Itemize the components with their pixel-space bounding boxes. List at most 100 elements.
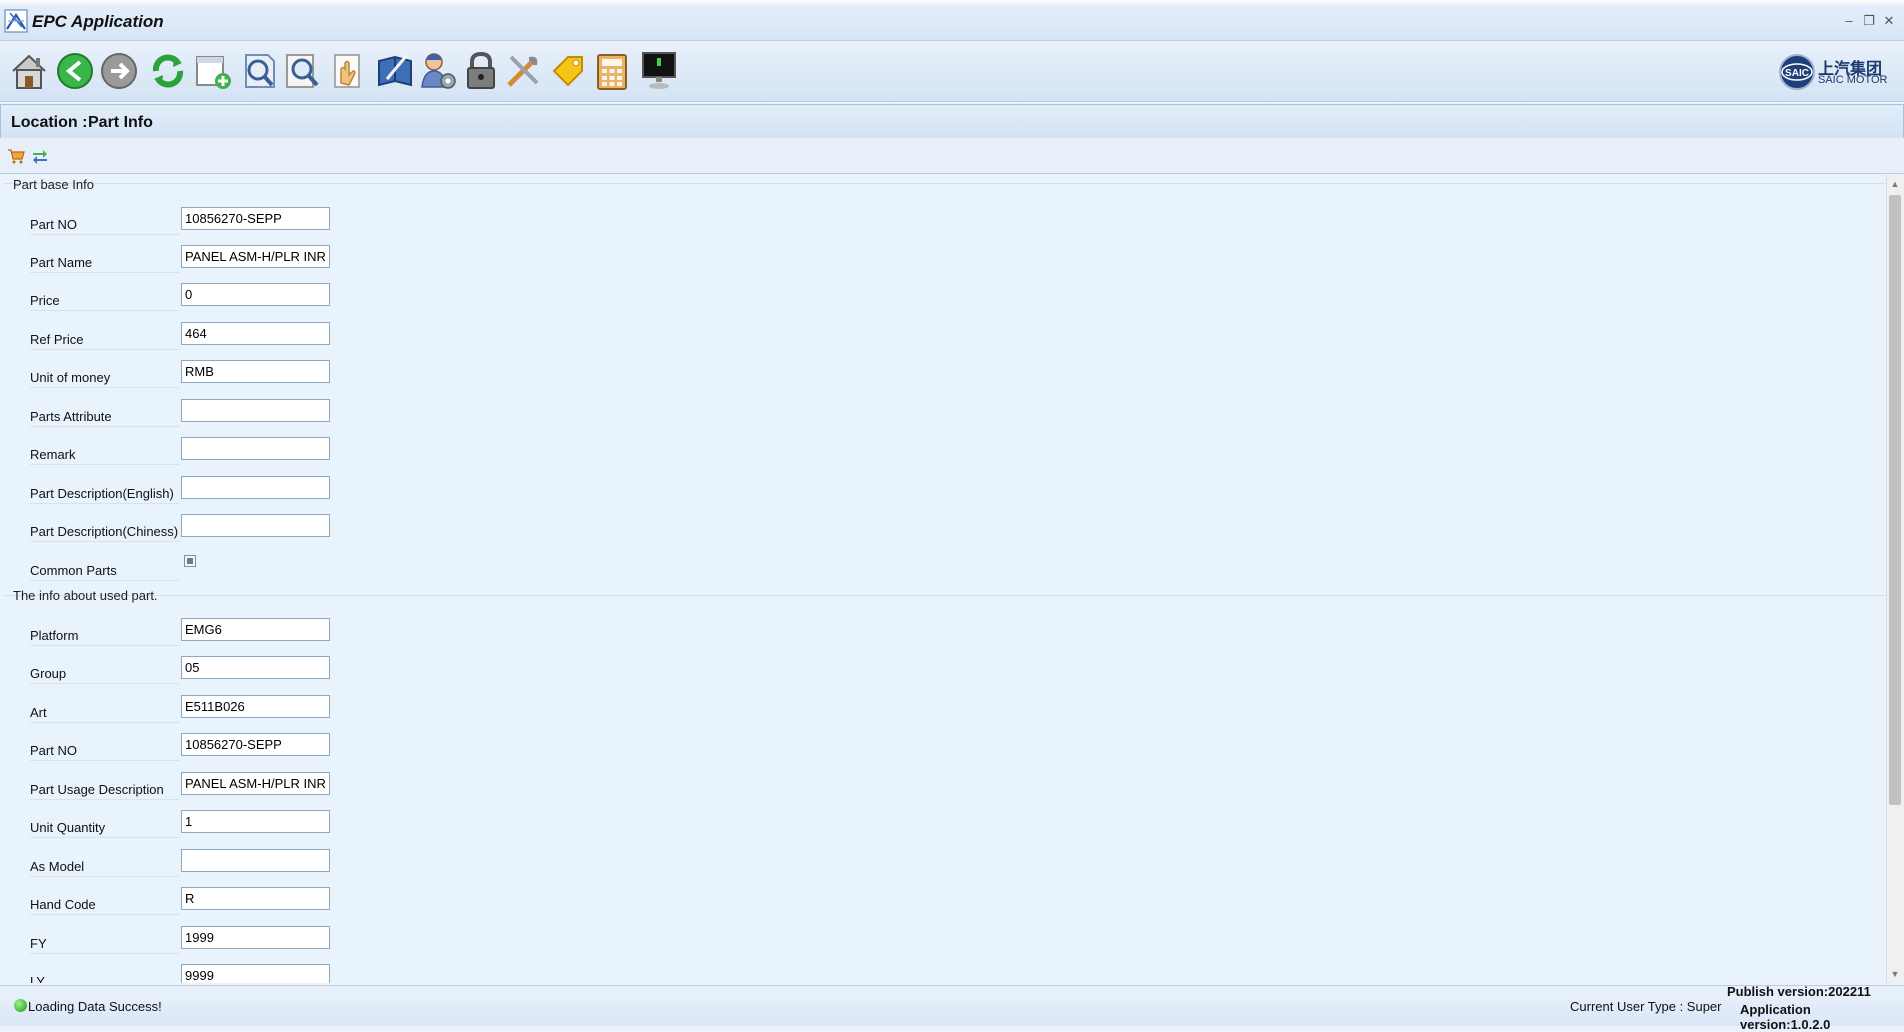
part-no-field[interactable] bbox=[181, 207, 330, 230]
section-divider bbox=[4, 183, 1886, 184]
swap-icon[interactable] bbox=[31, 147, 49, 165]
hand-code-field[interactable] bbox=[181, 887, 330, 910]
field-label: As Model bbox=[30, 859, 180, 877]
form-row: Group bbox=[4, 656, 344, 686]
field-label: Ref Price bbox=[30, 332, 180, 350]
form-row: Price bbox=[4, 283, 344, 313]
form-row: FY bbox=[4, 926, 344, 956]
as-model-field[interactable] bbox=[181, 849, 330, 872]
back-icon[interactable] bbox=[53, 49, 97, 93]
form-row: Part Description(Chiness) bbox=[4, 514, 344, 544]
sub-toolbar bbox=[0, 138, 1904, 174]
fy-field[interactable] bbox=[181, 926, 330, 949]
price-field[interactable] bbox=[181, 283, 330, 306]
part-name-field[interactable] bbox=[181, 245, 330, 268]
field-label: Price bbox=[30, 293, 180, 311]
form-row: Common Parts bbox=[4, 553, 344, 583]
user-settings-icon[interactable] bbox=[416, 49, 460, 93]
lock-icon[interactable] bbox=[459, 49, 503, 93]
field-label: FY bbox=[30, 936, 180, 954]
field-label: Part NO bbox=[30, 743, 180, 761]
form-row: Unit Quantity bbox=[4, 810, 344, 840]
section-divider bbox=[4, 595, 1886, 596]
vertical-scrollbar[interactable]: ▲ ▼ bbox=[1886, 175, 1903, 983]
monitor-icon[interactable] bbox=[637, 49, 681, 93]
field-label: Unit Quantity bbox=[30, 820, 180, 838]
close-button[interactable]: ✕ bbox=[1882, 14, 1896, 28]
success-status-icon bbox=[14, 999, 27, 1012]
form-row: LY bbox=[4, 964, 344, 983]
forward-icon[interactable] bbox=[97, 49, 141, 93]
form-row: Parts Attribute bbox=[4, 399, 344, 429]
field-label: Part Name bbox=[30, 255, 180, 273]
field-label: Unit of money bbox=[30, 370, 180, 388]
calculator-icon[interactable] bbox=[590, 49, 634, 93]
app-logo-icon bbox=[4, 9, 28, 33]
field-label: Common Parts bbox=[30, 563, 180, 581]
field-label: Hand Code bbox=[30, 897, 180, 915]
search-icon[interactable] bbox=[281, 49, 325, 93]
form-row: Part Description(English) bbox=[4, 476, 344, 506]
common-parts-checkbox[interactable] bbox=[184, 555, 196, 567]
tools-icon[interactable] bbox=[501, 49, 545, 93]
location-value: Part Info bbox=[88, 114, 153, 131]
form-row: Remark bbox=[4, 437, 344, 467]
field-label: LY bbox=[30, 974, 180, 983]
scrollbar-thumb[interactable] bbox=[1889, 195, 1901, 805]
tag-icon[interactable] bbox=[546, 49, 590, 93]
scroll-down-icon[interactable]: ▼ bbox=[1887, 967, 1903, 981]
field-label: Part Usage Description bbox=[30, 782, 180, 800]
home-icon[interactable] bbox=[7, 49, 51, 93]
saic-badge-icon: SAIC bbox=[1779, 54, 1815, 90]
location-bar: Location : Part Info bbox=[0, 104, 1904, 139]
publish-version: Publish version:202211 bbox=[1727, 984, 1871, 999]
used-part-no-field[interactable] bbox=[181, 733, 330, 756]
unit-quantity-field[interactable] bbox=[181, 810, 330, 833]
application-version: Application version:1.0.2.0 bbox=[1740, 1002, 1831, 1032]
minimize-button[interactable]: – bbox=[1842, 14, 1856, 28]
location-label: Location : bbox=[11, 114, 88, 131]
ly-field[interactable] bbox=[181, 964, 330, 983]
hand-document-icon[interactable] bbox=[325, 49, 369, 93]
status-bar: Loading Data Success! Current User Type … bbox=[0, 984, 1904, 1032]
book-pen-icon[interactable] bbox=[373, 49, 417, 93]
checkbox-mark bbox=[187, 558, 193, 564]
brand-name-en: SAIC MOTOR bbox=[1818, 74, 1888, 86]
platform-field[interactable] bbox=[181, 618, 330, 641]
remark-field[interactable] bbox=[181, 437, 330, 460]
section-title-base: Part base Info bbox=[13, 177, 94, 192]
form-row: Hand Code bbox=[4, 887, 344, 917]
new-page-icon[interactable] bbox=[191, 49, 235, 93]
field-label: Parts Attribute bbox=[30, 409, 180, 427]
field-label: Platform bbox=[30, 628, 180, 646]
refresh-icon[interactable] bbox=[146, 49, 190, 93]
scroll-up-icon[interactable]: ▲ bbox=[1887, 177, 1903, 191]
section-title-used: The info about used part. bbox=[13, 588, 158, 603]
window-title: EPC Application bbox=[32, 12, 164, 31]
form-row: Ref Price bbox=[4, 322, 344, 352]
ref-price-field[interactable] bbox=[181, 322, 330, 345]
form-row: Unit of money bbox=[4, 360, 344, 390]
unit-of-money-field[interactable] bbox=[181, 360, 330, 383]
field-label: Part NO bbox=[30, 217, 180, 235]
field-label: Part Description(Chiness) bbox=[30, 524, 180, 542]
form-row: Part Name bbox=[4, 245, 344, 275]
form-row: Part Usage Description bbox=[4, 772, 344, 802]
field-label: Part Description(English) bbox=[30, 486, 180, 504]
part-description-chinese-field[interactable] bbox=[181, 514, 330, 537]
parts-attribute-field[interactable] bbox=[181, 399, 330, 422]
art-field[interactable] bbox=[181, 695, 330, 718]
form-row: As Model bbox=[4, 849, 344, 879]
restore-button[interactable]: ❐ bbox=[1862, 14, 1876, 28]
part-usage-description-field[interactable] bbox=[181, 772, 330, 795]
title-bar: EPC Application – ❐ ✕ bbox=[0, 0, 1904, 41]
user-type: Current User Type : Super bbox=[1570, 999, 1722, 1014]
status-message: Loading Data Success! bbox=[28, 999, 162, 1014]
map-search-icon[interactable] bbox=[238, 49, 282, 93]
form-row: Part NO bbox=[4, 207, 344, 237]
part-description-english-field[interactable] bbox=[181, 476, 330, 499]
group-field[interactable] bbox=[181, 656, 330, 679]
form-row: Art bbox=[4, 695, 344, 725]
cart-icon[interactable] bbox=[7, 147, 25, 165]
field-label: Remark bbox=[30, 447, 180, 465]
